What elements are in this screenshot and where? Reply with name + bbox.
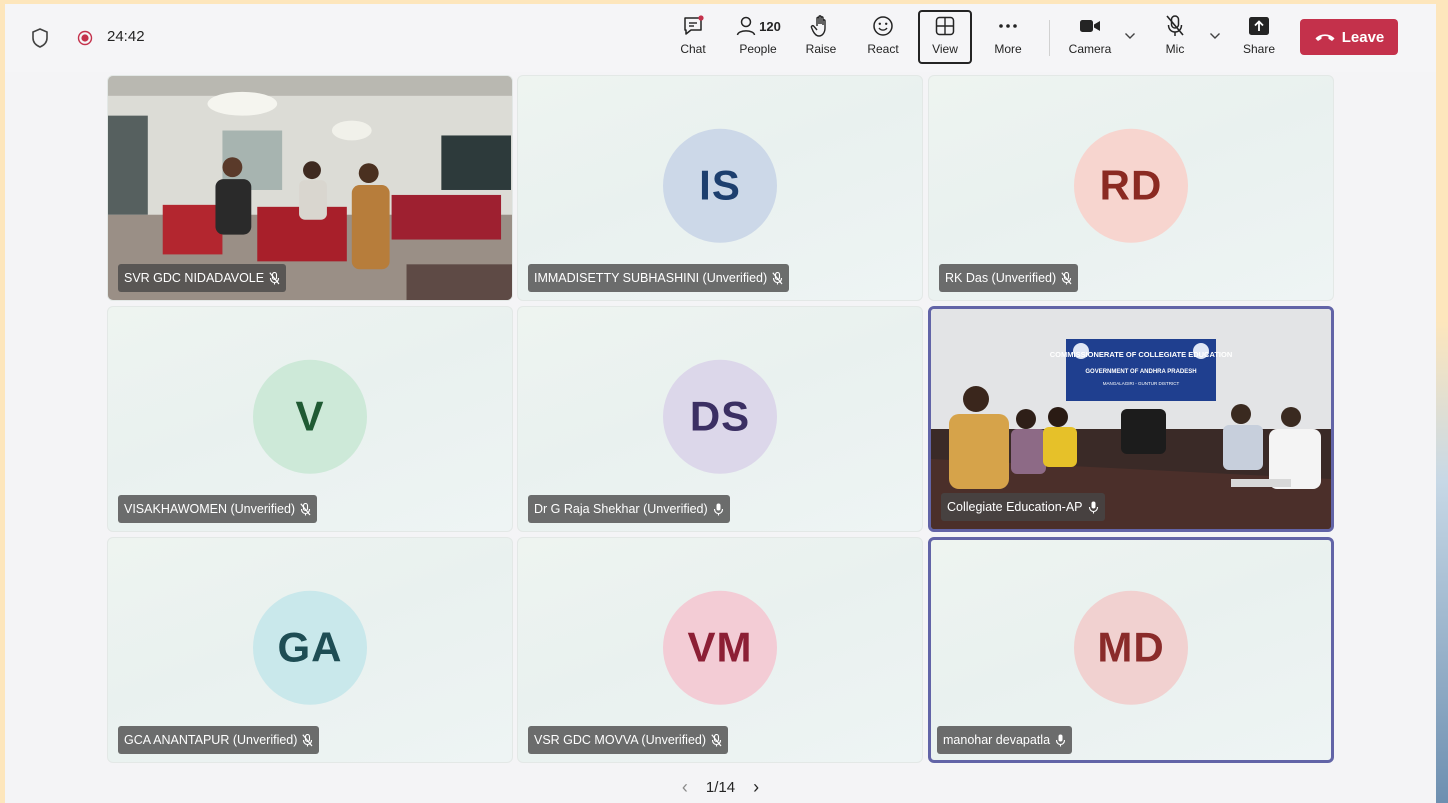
camera-label: Camera <box>1068 42 1112 56</box>
avatar: GA <box>253 590 367 705</box>
people-count: 120 <box>759 18 781 34</box>
participant-name: VISAKHAWOMEN (Unverified) <box>124 502 296 516</box>
chat-button[interactable]: Chat <box>667 12 719 62</box>
participant-name-tag: SVR GDC NIDADAVOLE <box>118 264 287 292</box>
participant-tile[interactable]: DS Dr G Raja Shekhar (Unverified) <box>517 306 923 532</box>
mic-icon <box>713 503 723 515</box>
participant-tile[interactable]: IS IMMADISETTY SUBHASHINI (Unverified) <box>517 75 923 301</box>
share-icon <box>1249 17 1269 35</box>
participant-name-tag: RK Das (Unverified) <box>939 264 1079 292</box>
leave-label: Leave <box>1341 28 1385 46</box>
hand-icon <box>810 15 826 37</box>
view-label: View <box>932 42 958 56</box>
chevron-down-icon[interactable] <box>1124 32 1136 40</box>
share-button[interactable]: Share <box>1233 12 1285 62</box>
ellipsis-icon <box>999 24 1017 28</box>
chevron-left-icon[interactable]: ‹ <box>682 777 688 798</box>
chevron-down-icon[interactable] <box>1209 32 1221 40</box>
mic-off-icon <box>772 271 783 284</box>
raise-hand-button[interactable]: Raise <box>795 12 847 62</box>
participant-name-tag: Collegiate Education-AP <box>941 493 1105 521</box>
chevron-right-icon[interactable]: › <box>753 777 759 798</box>
mic-off-icon <box>1166 15 1184 36</box>
meeting-toolbar: 24:42 Chat 120 People Raise React View M… <box>5 4 1436 72</box>
participant-name-tag: manohar devapatla <box>937 726 1073 754</box>
participant-tile[interactable]: GA GCA ANANTAPUR (Unverified) <box>107 537 513 763</box>
participant-tile[interactable]: MD manohar devapatla <box>928 537 1334 763</box>
raise-label: Raise <box>805 42 837 56</box>
react-button[interactable]: React <box>857 12 909 62</box>
participant-tile[interactable]: RD RK Das (Unverified) <box>928 75 1334 301</box>
mic-off-icon <box>302 733 313 746</box>
toolbar-separator <box>1049 20 1050 56</box>
participant-name: GCA ANANTAPUR (Unverified) <box>124 733 298 747</box>
camera-button[interactable]: Camera <box>1063 12 1117 62</box>
teams-meeting-window: 24:42 Chat 120 People Raise React View M… <box>5 4 1436 803</box>
more-label: More <box>994 42 1022 56</box>
participant-tile[interactable]: VM VSR GDC MOVVA (Unverified) <box>517 537 923 763</box>
avatar: V <box>253 359 367 474</box>
avatar: VM <box>663 590 777 705</box>
participant-name-tag: GCA ANANTAPUR (Unverified) <box>118 726 320 754</box>
participant-name: Dr G Raja Shekhar (Unverified) <box>534 502 708 516</box>
avatar: IS <box>663 128 777 243</box>
camera-icon <box>1080 20 1100 32</box>
participant-name-tag: VISAKHAWOMEN (Unverified) <box>118 495 318 523</box>
participant-name-tag: IMMADISETTY SUBHASHINI (Unverified) <box>528 264 790 292</box>
participant-name: VSR GDC MOVVA (Unverified) <box>534 733 707 747</box>
people-button[interactable]: 120 People <box>727 12 789 62</box>
mic-off-icon <box>1061 271 1072 284</box>
chat-icon <box>684 15 704 35</box>
avatar: MD <box>1074 590 1188 705</box>
mic-button[interactable]: Mic <box>1149 12 1201 62</box>
more-button[interactable]: More <box>982 12 1034 62</box>
banner-line-2: GOVERNMENT OF ANDHRA PRADESH <box>1085 369 1196 375</box>
participant-name: IMMADISETTY SUBHASHINI (Unverified) <box>534 271 768 285</box>
participant-tile[interactable]: V VISAKHAWOMEN (Unverified) <box>107 306 513 532</box>
mic-off-icon <box>711 733 722 746</box>
mic-icon <box>1055 734 1066 746</box>
shield-icon[interactable] <box>31 28 49 48</box>
chat-label: Chat <box>680 42 706 56</box>
avatar: RD <box>1074 128 1188 243</box>
mic-off-icon <box>300 502 311 515</box>
people-icon <box>736 16 756 36</box>
view-button[interactable]: View <box>918 10 972 64</box>
avatar: DS <box>663 359 777 474</box>
leave-button[interactable]: Leave <box>1300 19 1398 55</box>
smiley-icon <box>873 16 893 36</box>
share-label: Share <box>1242 42 1276 56</box>
desktop-background-edge <box>1436 0 1448 803</box>
banner-line-1: COMMISSIONERATE OF COLLEGIATE EDUCATION <box>1050 350 1233 359</box>
mic-off-icon <box>269 271 280 284</box>
mic-icon <box>1088 501 1098 513</box>
participant-name: SVR GDC NIDADAVOLE <box>124 271 265 285</box>
grid-icon <box>935 16 955 36</box>
participant-tile-video[interactable]: SVR GDC NIDADAVOLE <box>107 75 513 301</box>
banner-line-3: MANGALAGIRI - GUNTUR DISTRICT <box>1103 381 1180 386</box>
participant-name: Collegiate Education-AP <box>947 500 1083 514</box>
participant-tile-video[interactable]: COMMISSIONERATE OF COLLEGIATE EDUCATION … <box>928 306 1334 532</box>
participant-name: manohar devapatla <box>943 733 1051 747</box>
participant-name: RK Das (Unverified) <box>945 271 1057 285</box>
people-label: People <box>739 42 777 56</box>
record-icon <box>77 30 93 46</box>
page-indicator: 1/14 <box>705 778 736 796</box>
participant-name-tag: VSR GDC MOVVA (Unverified) <box>528 726 729 754</box>
participant-name-tag: Dr G Raja Shekhar (Unverified) <box>528 495 730 523</box>
call-timer: 24:42 <box>107 28 145 45</box>
gallery-pager: ‹ 1/14 › <box>5 774 1436 800</box>
mic-label: Mic <box>1165 42 1185 56</box>
react-label: React <box>867 42 899 56</box>
phone-hangup-icon <box>1315 34 1335 41</box>
